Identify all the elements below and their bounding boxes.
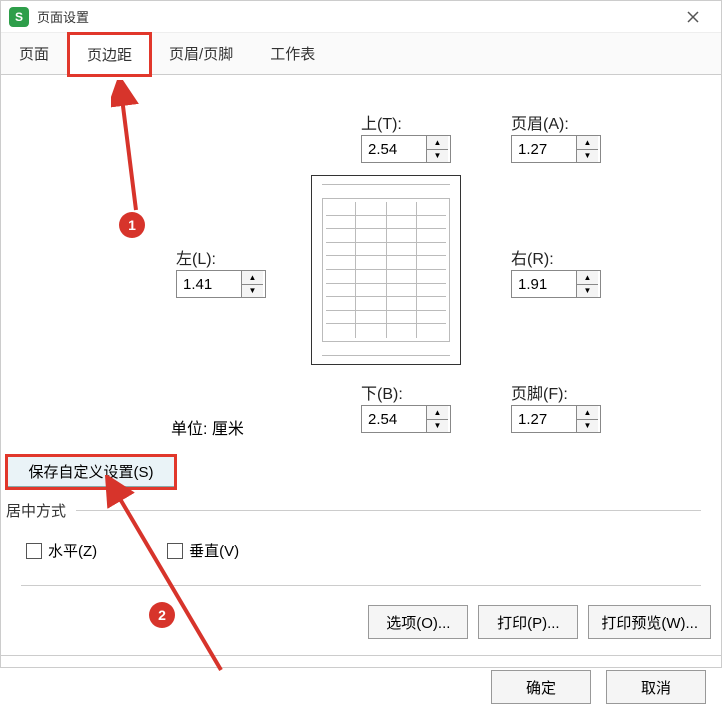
tab-header-footer[interactable]: 页眉/页脚 [151,33,252,74]
titlebar: S 页面设置 [1,1,721,33]
tab-page[interactable]: 页面 [1,33,68,74]
save-custom-button[interactable]: 保存自定义设置(S) [6,455,176,487]
unit-label: 单位: 厘米 [171,415,244,439]
annotation-arrow-icon [101,475,241,675]
left-margin-spinner[interactable]: ▲▼ [176,270,266,298]
bottom-margin-input[interactable] [362,406,426,432]
separator [76,510,701,511]
footer-margin-spinner[interactable]: ▲▼ [511,405,601,433]
bottom-margin-spinner[interactable]: ▲▼ [361,405,451,433]
left-margin-label: 左(L): [176,245,216,269]
spin-down-icon[interactable]: ▼ [427,150,448,163]
print-preview-button[interactable]: 打印预览(W)... [588,605,711,639]
close-icon [687,11,699,23]
checkbox-icon [26,543,42,559]
spin-up-icon[interactable]: ▲ [242,271,263,285]
dialog-title: 页面设置 [37,7,673,26]
top-margin-input[interactable] [362,136,426,162]
spin-up-icon[interactable]: ▲ [427,406,448,420]
close-button[interactable] [673,3,713,31]
cancel-button[interactable]: 取消 [606,670,706,704]
app-icon: S [9,7,29,27]
spin-down-icon[interactable]: ▼ [242,285,263,298]
ok-button[interactable]: 确定 [491,670,591,704]
tab-bar: 页面 页边距 页眉/页脚 工作表 [1,33,721,75]
spin-up-icon[interactable]: ▲ [427,136,448,150]
header-margin-input[interactable] [512,136,576,162]
top-margin-spinner[interactable]: ▲▼ [361,135,451,163]
options-button[interactable]: 选项(O)... [368,605,468,639]
right-margin-label: 右(R): [511,245,554,269]
tab-margins[interactable]: 页边距 [68,33,151,75]
footer-margin-label: 页脚(F): [511,380,568,404]
spin-up-icon[interactable]: ▲ [577,406,598,420]
margins-panel: 上(T): ▲▼ 页眉(A): ▲▼ 左(L): ▲▼ 右(R): ▲▼ 下(B… [21,85,701,465]
left-margin-input[interactable] [177,271,241,297]
header-margin-label: 页眉(A): [511,110,569,134]
right-margin-spinner[interactable]: ▲▼ [511,270,601,298]
tab-worksheet[interactable]: 工作表 [252,33,334,74]
spin-down-icon[interactable]: ▼ [577,420,598,433]
center-group-label: 居中方式 [6,500,66,521]
footer-margin-input[interactable] [512,406,576,432]
center-horizontal-checkbox[interactable]: 水平(Z) [26,540,97,561]
page-preview [311,175,461,365]
header-margin-spinner[interactable]: ▲▼ [511,135,601,163]
bottom-margin-label: 下(B): [361,380,403,404]
tab-content: 上(T): ▲▼ 页眉(A): ▲▼ 左(L): ▲▼ 右(R): ▲▼ 下(B… [1,75,721,667]
spin-up-icon[interactable]: ▲ [577,271,598,285]
print-button[interactable]: 打印(P)... [478,605,578,639]
checkbox-icon [167,543,183,559]
spin-down-icon[interactable]: ▼ [577,150,598,163]
separator [1,655,721,656]
page-setup-dialog: S 页面设置 页面 页边距 页眉/页脚 工作表 上(T): ▲▼ 页眉(A): … [0,0,722,668]
center-vertical-checkbox[interactable]: 垂直(V) [167,540,239,561]
spin-down-icon[interactable]: ▼ [427,420,448,433]
spin-down-icon[interactable]: ▼ [577,285,598,298]
right-margin-input[interactable] [512,271,576,297]
spin-up-icon[interactable]: ▲ [577,136,598,150]
annotation-badge: 2 [149,602,175,628]
top-margin-label: 上(T): [361,110,402,134]
separator [21,585,701,586]
